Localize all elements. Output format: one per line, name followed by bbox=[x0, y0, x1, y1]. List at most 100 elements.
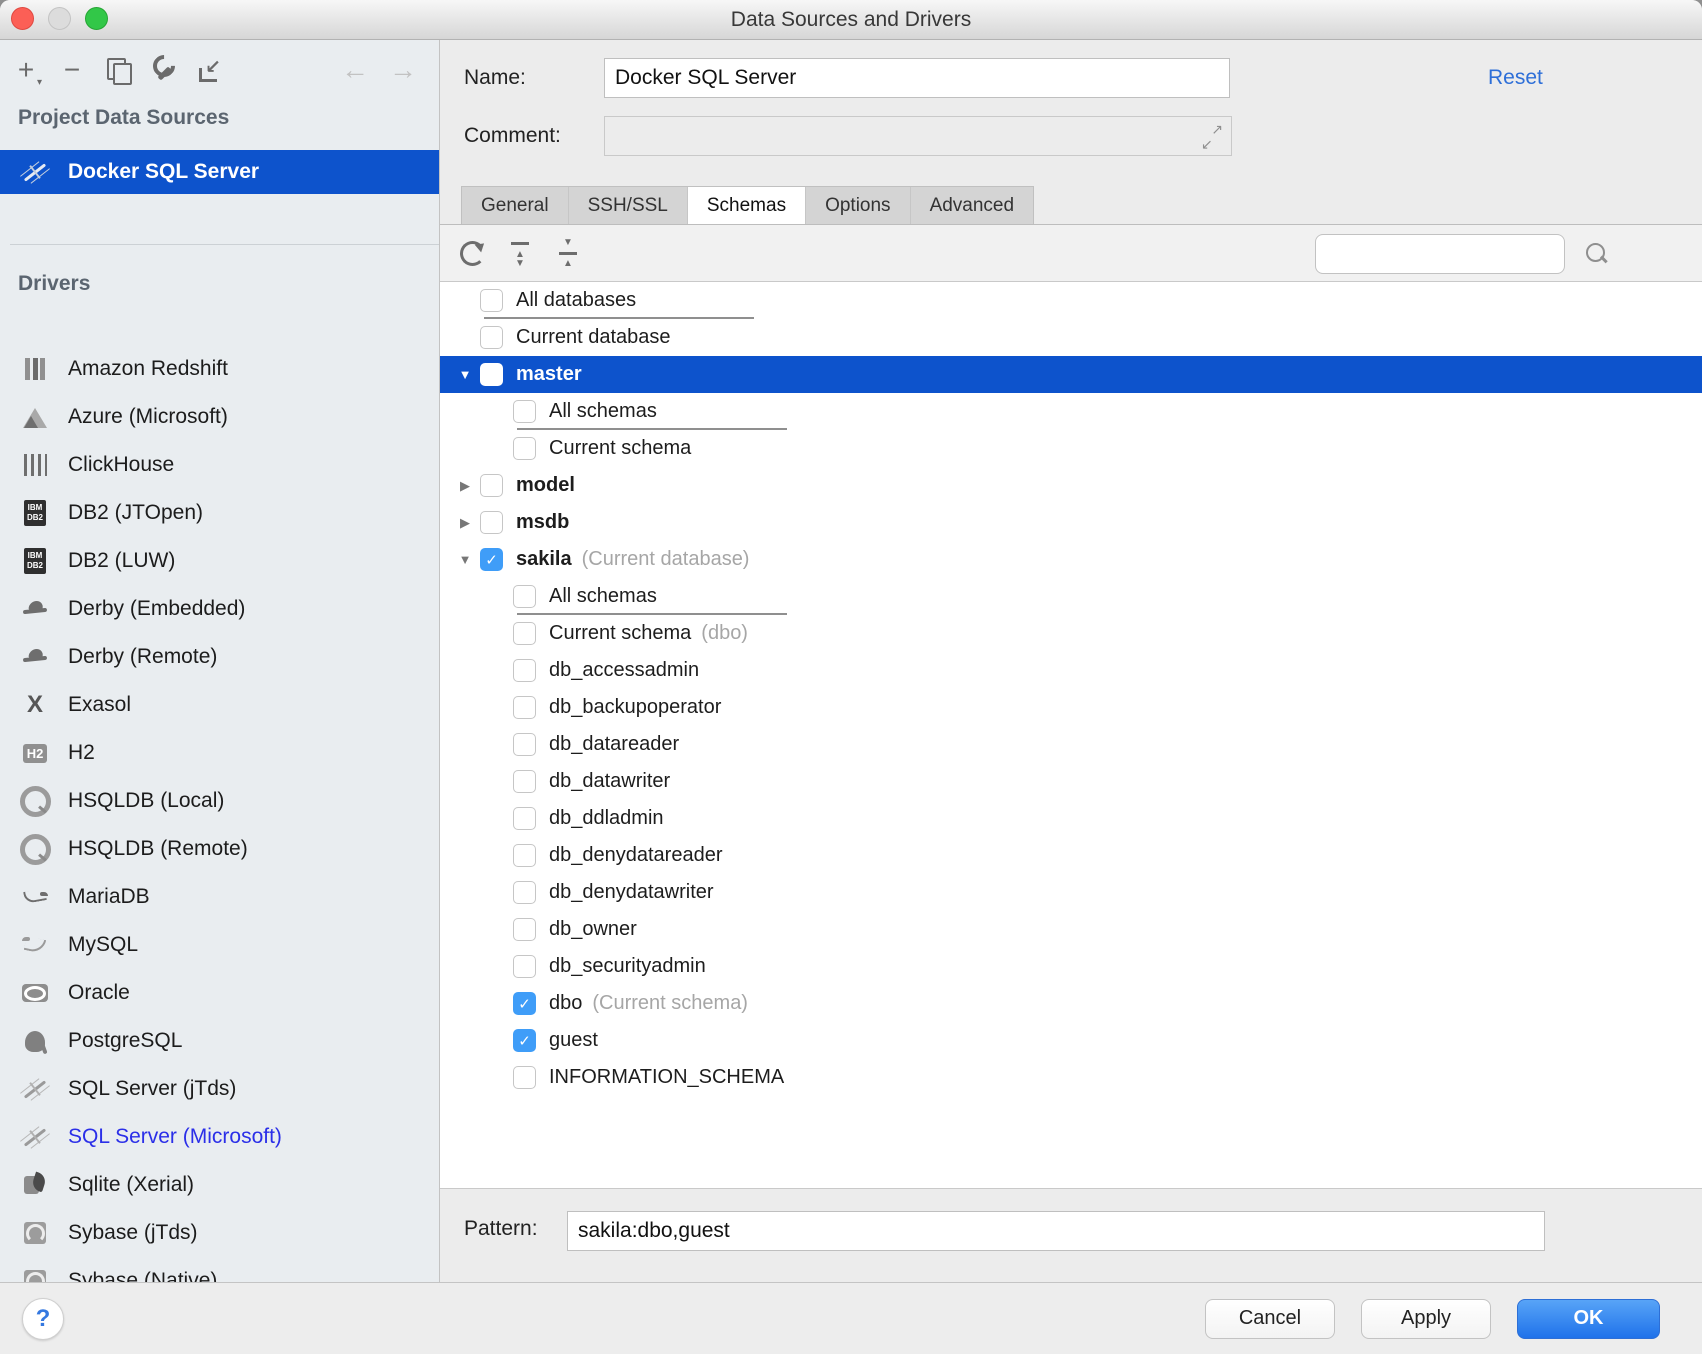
tree-row-db-backupoperator[interactable]: db_backupoperator bbox=[440, 689, 1702, 726]
checkbox-unchecked[interactable] bbox=[480, 363, 503, 386]
name-input[interactable] bbox=[604, 58, 1230, 98]
driver-item-db2-jtopen[interactable]: DB2 (JTOpen) bbox=[0, 489, 439, 537]
checkbox-unchecked[interactable] bbox=[513, 696, 536, 719]
tree-row-guest[interactable]: guest bbox=[440, 1022, 1702, 1059]
driver-item-amazon-redshift[interactable]: Amazon Redshift bbox=[0, 345, 439, 393]
expand-node-icon[interactable]: ▶ bbox=[450, 478, 480, 494]
tree-row-model[interactable]: ▶model bbox=[440, 467, 1702, 504]
driver-item-sql-server-microsoft[interactable]: SQL Server (Microsoft) bbox=[0, 1113, 439, 1161]
collapse-node-icon[interactable]: ▼ bbox=[450, 552, 480, 567]
add-data-source-button[interactable] bbox=[8, 52, 44, 88]
tree-row-information-schema[interactable]: INFORMATION_SCHEMA bbox=[440, 1059, 1702, 1096]
zoom-button[interactable] bbox=[85, 7, 108, 30]
driver-item-oracle[interactable]: Oracle bbox=[0, 969, 439, 1017]
collapse-all-icon[interactable] bbox=[550, 235, 586, 271]
tree-row-db-accessadmin[interactable]: db_accessadmin bbox=[440, 652, 1702, 689]
tree-row-db-datareader[interactable]: db_datareader bbox=[440, 726, 1702, 763]
driver-item-h2[interactable]: H2 bbox=[0, 729, 439, 777]
ok-button[interactable]: OK bbox=[1517, 1299, 1660, 1339]
tree-row-db-denydatawriter[interactable]: db_denydatawriter bbox=[440, 874, 1702, 911]
tree-row-all-databases[interactable]: All databases bbox=[440, 282, 1702, 319]
back-arrow-icon[interactable]: ← bbox=[341, 56, 369, 84]
driver-item-sybase-native[interactable]: Sybase (Native) bbox=[0, 1257, 439, 1282]
driver-item-sql-server-jtds[interactable]: SQL Server (jTds) bbox=[0, 1065, 439, 1113]
tab-ssh-ssl[interactable]: SSH/SSL bbox=[569, 187, 688, 224]
checkbox-checked[interactable] bbox=[480, 548, 503, 571]
checkbox-unchecked[interactable] bbox=[513, 844, 536, 867]
pattern-input[interactable] bbox=[567, 1211, 1545, 1251]
checkbox-checked[interactable] bbox=[513, 1029, 536, 1052]
tree-row-db-denydatareader[interactable]: db_denydatareader bbox=[440, 837, 1702, 874]
sidebar: ← → Project Data Sources Docker SQL Serv… bbox=[0, 40, 440, 1282]
tree-row-db-ddladmin[interactable]: db_ddladmin bbox=[440, 800, 1702, 837]
driver-item-azure-microsoft[interactable]: Azure (Microsoft) bbox=[0, 393, 439, 441]
checkbox-unchecked[interactable] bbox=[513, 881, 536, 904]
tree-row-current-schema[interactable]: Current schema bbox=[440, 430, 1702, 467]
tab-advanced[interactable]: Advanced bbox=[911, 187, 1034, 224]
checkbox-unchecked[interactable] bbox=[480, 474, 503, 497]
checkbox-unchecked[interactable] bbox=[513, 585, 536, 608]
sidebar-item-docker-sql-server[interactable]: Docker SQL Server bbox=[0, 150, 439, 194]
tree-row-sakila[interactable]: ▼sakila(Current database) bbox=[440, 541, 1702, 578]
checkbox-checked[interactable] bbox=[513, 992, 536, 1015]
tab-options[interactable]: Options bbox=[806, 187, 910, 224]
remove-data-source-button[interactable] bbox=[54, 52, 90, 88]
expand-node-icon[interactable]: ▶ bbox=[450, 515, 480, 531]
tree-item-label: All schemas bbox=[549, 585, 657, 608]
forward-arrow-icon[interactable]: → bbox=[389, 56, 417, 84]
checkbox-unchecked[interactable] bbox=[513, 918, 536, 941]
help-button[interactable]: ? bbox=[22, 1298, 64, 1340]
checkbox-unchecked[interactable] bbox=[513, 807, 536, 830]
tree-row-all-schemas[interactable]: All schemas bbox=[440, 578, 1702, 615]
reset-link[interactable]: Reset bbox=[1488, 66, 1543, 90]
duplicate-button[interactable] bbox=[100, 52, 136, 88]
tree-row-master[interactable]: ▼master bbox=[440, 356, 1702, 393]
checkbox-unchecked[interactable] bbox=[513, 400, 536, 423]
driver-item-db2-luw[interactable]: DB2 (LUW) bbox=[0, 537, 439, 585]
driver-settings-button[interactable] bbox=[146, 52, 182, 88]
expand-editor-icon[interactable] bbox=[1201, 124, 1223, 150]
refresh-icon[interactable] bbox=[454, 235, 490, 271]
close-button[interactable] bbox=[11, 7, 34, 30]
checkbox-unchecked[interactable] bbox=[513, 659, 536, 682]
tree-row-db-securityadmin[interactable]: db_securityadmin bbox=[440, 948, 1702, 985]
driver-item-derby-embedded[interactable]: Derby (Embedded) bbox=[0, 585, 439, 633]
driver-item-exasol[interactable]: Exasol bbox=[0, 681, 439, 729]
expand-all-icon[interactable] bbox=[502, 235, 538, 271]
driver-item-mariadb[interactable]: MariaDB bbox=[0, 873, 439, 921]
tab-schemas[interactable]: Schemas bbox=[688, 187, 806, 224]
driver-item-sqlite-xerial[interactable]: Sqlite (Xerial) bbox=[0, 1161, 439, 1209]
driver-item-mysql[interactable]: MySQL bbox=[0, 921, 439, 969]
driver-item-sybase-jtds[interactable]: Sybase (jTds) bbox=[0, 1209, 439, 1257]
tree-row-msdb[interactable]: ▶msdb bbox=[440, 504, 1702, 541]
checkbox-unchecked[interactable] bbox=[513, 622, 536, 645]
tree-row-current-database[interactable]: Current database bbox=[440, 319, 1702, 356]
apply-button[interactable]: Apply bbox=[1361, 1299, 1491, 1339]
import-button[interactable] bbox=[192, 52, 228, 88]
checkbox-unchecked[interactable] bbox=[513, 1066, 536, 1089]
driver-item-hsqldb-remote[interactable]: HSQLDB (Remote) bbox=[0, 825, 439, 873]
checkbox-unchecked[interactable] bbox=[480, 289, 503, 312]
driver-item-postgresql[interactable]: PostgreSQL bbox=[0, 1017, 439, 1065]
tree-row-current-schema[interactable]: Current schema(dbo) bbox=[440, 615, 1702, 652]
tree-row-all-schemas[interactable]: All schemas bbox=[440, 393, 1702, 430]
tree-row-db-datawriter[interactable]: db_datawriter bbox=[440, 763, 1702, 800]
checkbox-unchecked[interactable] bbox=[513, 437, 536, 460]
cancel-button[interactable]: Cancel bbox=[1205, 1299, 1335, 1339]
checkbox-unchecked[interactable] bbox=[513, 733, 536, 756]
collapse-node-icon[interactable]: ▼ bbox=[450, 367, 480, 382]
driver-item-clickhouse[interactable]: ClickHouse bbox=[0, 441, 439, 489]
driver-item-derby-remote[interactable]: Derby (Remote) bbox=[0, 633, 439, 681]
checkbox-unchecked[interactable] bbox=[513, 770, 536, 793]
minimize-button[interactable] bbox=[48, 7, 71, 30]
tab-general[interactable]: General bbox=[462, 187, 569, 224]
checkbox-unchecked[interactable] bbox=[480, 511, 503, 534]
oracle-icon bbox=[18, 977, 52, 1009]
checkbox-unchecked[interactable] bbox=[513, 955, 536, 978]
comment-input[interactable] bbox=[604, 116, 1232, 156]
tree-row-dbo[interactable]: dbo(Current schema) bbox=[440, 985, 1702, 1022]
driver-item-hsqldb-local[interactable]: HSQLDB (Local) bbox=[0, 777, 439, 825]
search-input[interactable] bbox=[1316, 243, 1581, 265]
checkbox-unchecked[interactable] bbox=[480, 326, 503, 349]
tree-row-db-owner[interactable]: db_owner bbox=[440, 911, 1702, 948]
